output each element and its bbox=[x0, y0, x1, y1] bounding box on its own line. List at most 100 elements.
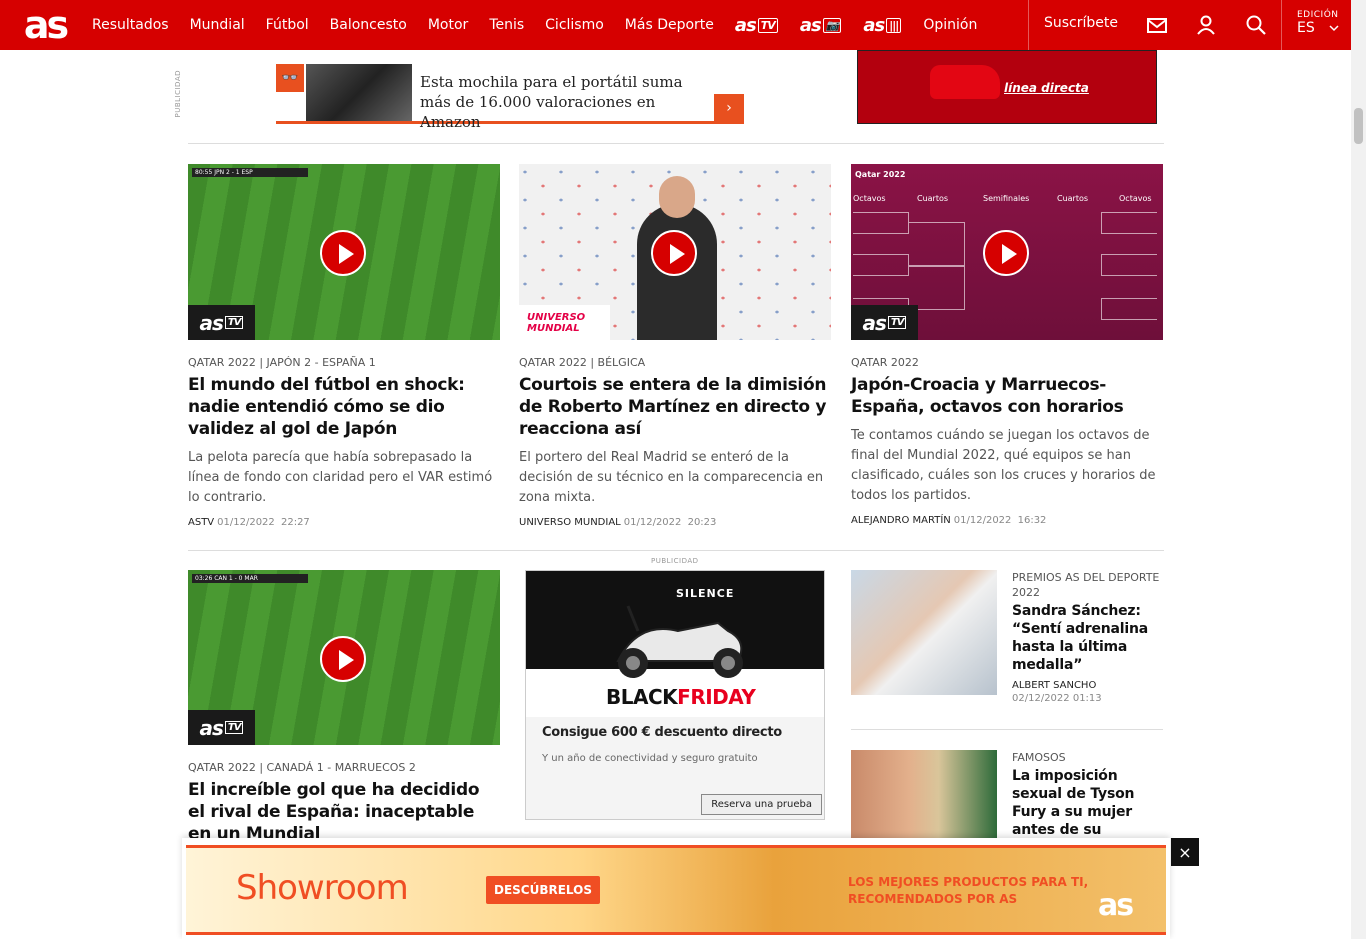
card-title[interactable]: Courtois se entera de la dimisión de Rob… bbox=[519, 374, 831, 440]
date: 01/12/2022 bbox=[953, 515, 1012, 526]
play-icon[interactable] bbox=[983, 230, 1029, 276]
nav-brand-asfoto[interactable]: as 📷 bbox=[800, 15, 842, 36]
bracket-header: Octavos bbox=[853, 194, 886, 203]
card-description: La pelota parecía que había sobrepasado … bbox=[188, 450, 493, 505]
close-icon[interactable]: × bbox=[1171, 838, 1199, 866]
bracket-header: Octavos bbox=[1119, 194, 1152, 203]
scoreboard: 03:26 CAN 1 - 0 MAR bbox=[192, 574, 308, 583]
nav-item-baloncesto[interactable]: Baloncesto bbox=[330, 17, 407, 33]
author[interactable]: ALBERT SANCHO bbox=[1012, 680, 1164, 691]
nav-item-opinion[interactable]: Opinión bbox=[923, 17, 977, 33]
subscribe-button[interactable]: Suscríbete bbox=[1044, 15, 1118, 31]
bracket-title: Qatar 2022 bbox=[855, 170, 906, 179]
time: 16:32 bbox=[1017, 515, 1047, 526]
as-logo: as bbox=[1098, 888, 1134, 923]
card-description: Te contamos cuándo se juegan los octavos… bbox=[851, 428, 1156, 503]
news-card[interactable]: 80:55 JPN 2 - 1 ESP as TV QATAR 2022 | JA… bbox=[188, 164, 500, 528]
card-kicker[interactable]: QATAR 2022 | JAPÓN 2 - ESPAÑA 1 bbox=[188, 356, 500, 370]
card-byline: ASTV 01/12/2022 22:27 bbox=[188, 517, 500, 528]
ad-text: Esta mochila para el portátil suma más d… bbox=[420, 73, 683, 131]
date: 01/12/2022 bbox=[623, 517, 682, 528]
news-card[interactable]: Qatar 2022 Octavos Cuartos Semifinales C… bbox=[851, 164, 1163, 526]
date: 01/12/2022 bbox=[217, 517, 275, 528]
linea-directa-ad[interactable]: línea directa bbox=[857, 50, 1157, 124]
video-thumbnail[interactable]: Qatar 2022 Octavos Cuartos Semifinales C… bbox=[851, 164, 1163, 340]
chevron-right-icon[interactable]: › bbox=[714, 94, 744, 122]
video-thumbnail[interactable]: UNIVERSO MUNDIAL bbox=[519, 164, 831, 340]
card-kicker[interactable]: QATAR 2022 bbox=[851, 356, 1163, 370]
side-list-item[interactable]: FAMOSOS La imposición sexual de Tyson Fu… bbox=[851, 750, 1164, 856]
as-logo[interactable]: as bbox=[0, 0, 76, 50]
section-divider bbox=[188, 143, 1164, 144]
scooter-image bbox=[616, 605, 743, 678]
brand-name: as bbox=[799, 14, 822, 36]
edition-selector[interactable]: EDICIÓN ES bbox=[1297, 10, 1339, 36]
date: 02/12/2022 01:13 bbox=[1012, 693, 1102, 704]
side-kicker[interactable]: PREMIOS AS DEL DEPORTE 2022 bbox=[1012, 570, 1164, 600]
time: 22:27 bbox=[280, 517, 310, 528]
list-divider bbox=[851, 729, 1163, 730]
time: 20:23 bbox=[687, 517, 717, 528]
side-title[interactable]: Sandra Sánchez: “Sentí adrenalina hasta … bbox=[1012, 602, 1164, 674]
author[interactable]: UNIVERSO MUNDIAL bbox=[519, 517, 621, 528]
bracket-line bbox=[909, 266, 965, 310]
search-icon[interactable] bbox=[1245, 14, 1267, 36]
nav-divider bbox=[1281, 0, 1282, 50]
card-kicker[interactable]: QATAR 2022 | CANADÁ 1 - MARRUECOS 2 bbox=[188, 761, 500, 775]
bracket-header: Cuartos bbox=[917, 194, 949, 203]
backpack-image bbox=[306, 64, 412, 121]
video-thumbnail[interactable]: 80:55 JPN 2 - 1 ESP as TV bbox=[188, 164, 500, 340]
bracket-header: Cuartos bbox=[1057, 194, 1089, 203]
top-nav-bar: as Resultados Mundial Fútbol Baloncesto … bbox=[0, 0, 1351, 50]
nav-item-ciclismo[interactable]: Ciclismo bbox=[545, 17, 604, 33]
play-icon[interactable] bbox=[320, 636, 366, 682]
bracket-line bbox=[1101, 254, 1157, 276]
article-thumbnail[interactable] bbox=[851, 750, 997, 840]
brand-name: as bbox=[863, 14, 885, 36]
nav-item-resultados[interactable]: Resultados bbox=[92, 17, 169, 33]
scrollbar-thumb[interactable] bbox=[1354, 108, 1363, 144]
brand-suffix: TV bbox=[757, 17, 778, 33]
audio-icon: ||| bbox=[886, 17, 902, 33]
side-kicker[interactable]: FAMOSOS bbox=[1012, 750, 1164, 765]
side-list-item[interactable]: PREMIOS AS DEL DEPORTE 2022 Sandra Sánch… bbox=[851, 570, 1163, 710]
nav-item-tenis[interactable]: Tenis bbox=[489, 17, 524, 33]
showroom-ad[interactable]: Showroom DESCÚBRELOS LOS MEJORES PRODUCT… bbox=[186, 845, 1166, 935]
ad-brand: SILENCE bbox=[676, 587, 735, 600]
card-byline: ALEJANDRO MARTÍN 01/12/2022 16:32 bbox=[851, 515, 1163, 526]
nav-item-mundial[interactable]: Mundial bbox=[190, 17, 245, 33]
user-icon[interactable] bbox=[1195, 14, 1217, 36]
silence-scooter-ad[interactable]: SILENCE BLACKFRIDAY Consigue 600 € descu… bbox=[525, 570, 825, 820]
amazon-backpack-ad[interactable]: 👓 Esta mochila para el portátil suma más… bbox=[276, 64, 744, 131]
ad-label: PUBLICIDAD bbox=[174, 70, 182, 118]
main-nav: Resultados Mundial Fútbol Baloncesto Mot… bbox=[92, 0, 998, 50]
page-scrollbar[interactable] bbox=[1351, 0, 1366, 939]
nav-brand-asaudio[interactable]: as ||| bbox=[863, 14, 902, 36]
bracket-line bbox=[1101, 298, 1157, 320]
author[interactable]: ASTV bbox=[188, 517, 214, 528]
nav-item-mas-deporte[interactable]: Más Deporte bbox=[625, 17, 714, 33]
news-card[interactable]: UNIVERSO MUNDIAL QATAR 2022 | BÉLGICA Co… bbox=[519, 164, 831, 528]
discover-button[interactable]: DESCÚBRELOS bbox=[486, 876, 600, 904]
card-title[interactable]: El increíble gol que ha decidido el riva… bbox=[188, 779, 500, 845]
play-icon[interactable] bbox=[651, 230, 697, 276]
play-icon[interactable] bbox=[320, 230, 366, 276]
card-kicker[interactable]: QATAR 2022 | BÉLGICA bbox=[519, 356, 831, 370]
bracket-header: Semifinales bbox=[983, 194, 1030, 203]
nav-divider bbox=[1028, 0, 1029, 50]
video-thumbnail[interactable]: 03:26 CAN 1 - 0 MAR as TV bbox=[188, 570, 500, 745]
news-card[interactable]: 03:26 CAN 1 - 0 MAR as TV QATAR 2022 | CA… bbox=[188, 570, 500, 845]
article-thumbnail[interactable] bbox=[851, 570, 997, 695]
reserve-test-button[interactable]: Reserva una prueba bbox=[701, 794, 822, 815]
nav-item-futbol[interactable]: Fútbol bbox=[266, 17, 309, 33]
nav-brand-astv[interactable]: as TV bbox=[735, 15, 778, 36]
nav-item-motor[interactable]: Motor bbox=[428, 17, 468, 33]
ad-text: línea directa bbox=[1004, 81, 1089, 95]
author[interactable]: ALEJANDRO MARTÍN bbox=[851, 515, 951, 526]
glasses-icon: 👓 bbox=[276, 64, 304, 92]
card-title[interactable]: Japón-Croacia y Marruecos-España, octavo… bbox=[851, 374, 1163, 418]
card-title[interactable]: El mundo del fútbol en shock: nadie ente… bbox=[188, 374, 500, 440]
camera-icon: 📷 bbox=[822, 17, 842, 33]
ad-headline: Consigue 600 € descuento directo bbox=[542, 725, 782, 740]
mail-icon[interactable] bbox=[1146, 14, 1168, 36]
